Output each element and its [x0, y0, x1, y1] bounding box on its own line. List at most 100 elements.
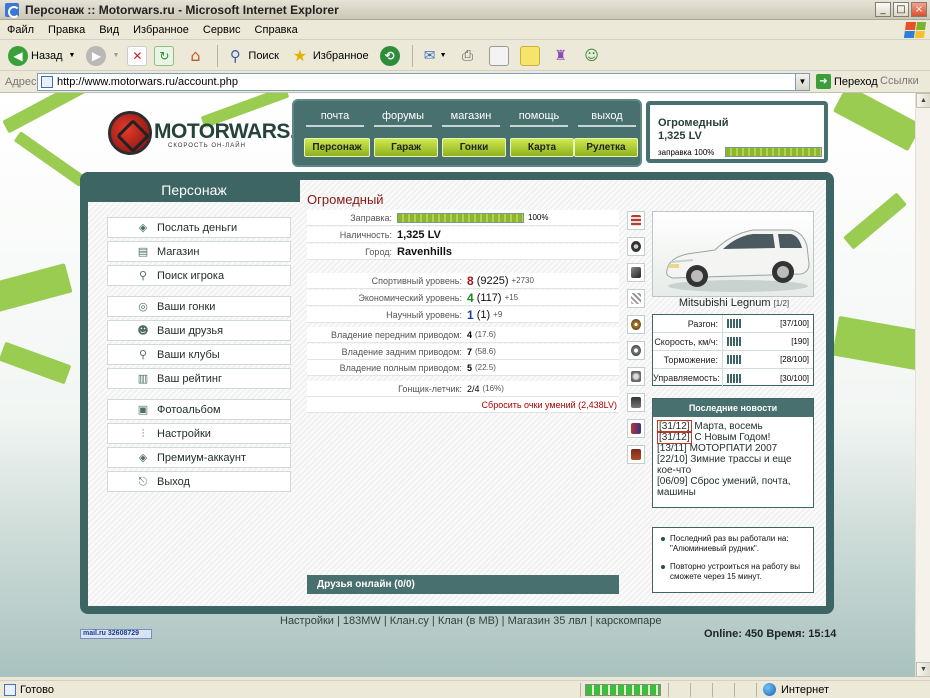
history-button[interactable]: ⟲: [377, 43, 403, 69]
sidebar-item-friends[interactable]: ☻ Ваши друзья: [107, 320, 291, 341]
statusbar-separator: [668, 683, 669, 697]
pilot-skill-points: (16%): [482, 384, 504, 393]
sidebar-item-rating[interactable]: ▥ Ваш рейтинг: [107, 368, 291, 389]
fuel-row-value: 100%: [528, 213, 549, 222]
nav-button-races[interactable]: Гонки: [442, 138, 506, 157]
sci-level-delta: +9: [493, 310, 503, 319]
sport-level-row: Спортивный уровень: 8 (9225) +2730: [307, 273, 619, 289]
print-button[interactable]: ⎙: [455, 43, 481, 69]
nav-help[interactable]: помощь: [510, 110, 568, 127]
pilot-skill-value: 2/4: [467, 383, 480, 394]
nav-forums[interactable]: форумы: [374, 110, 432, 127]
nav-button-roulette[interactable]: Рулетка: [574, 138, 638, 157]
part-turbo-icon[interactable]: [627, 367, 645, 386]
scroll-up-icon[interactable]: ▲: [916, 93, 930, 108]
news-item[interactable]: [13/11] МОТОРПАТИ 2007: [653, 443, 813, 454]
reset-skills-link[interactable]: Сбросить очки умений (2,438LV): [482, 400, 617, 410]
part-tire-icon[interactable]: [627, 237, 645, 256]
news-box: Последние новости [31/12] Марта, восемь …: [652, 398, 814, 508]
search-button[interactable]: ⚲ Поиск: [222, 43, 281, 69]
news-item[interactable]: [06/09] Сброс умений, почта, машины: [653, 476, 813, 498]
messenger-button[interactable]: ☺: [579, 43, 605, 69]
work-info-last: Последний раз вы работали на: "Алюминиев…: [661, 534, 805, 554]
go-button[interactable]: ➜ Переход: [816, 74, 878, 89]
nav-shop[interactable]: магазин: [442, 110, 500, 127]
statusbar-separator: [756, 683, 757, 697]
mail-button[interactable]: ✉ ▼: [417, 43, 450, 69]
part-wheel-icon[interactable]: [627, 341, 645, 360]
spec-value: [37/100]: [780, 319, 809, 328]
fuel-row-bar: [397, 212, 524, 223]
part-spring-icon[interactable]: [627, 289, 645, 308]
sidebar-item-send-money[interactable]: ◈ Послать деньги: [107, 217, 291, 238]
sidebar-item-clubs[interactable]: ⚲ Ваши клубы: [107, 344, 291, 365]
close-button[interactable]: ×: [911, 2, 927, 17]
fuel-row-label: Заправка:: [350, 212, 392, 223]
stop-icon[interactable]: ✕: [127, 45, 148, 66]
forward-button[interactable]: ▶ ▼: [83, 43, 122, 69]
sidebar-item-label: Ваши гонки: [157, 300, 216, 313]
part-ecu-icon[interactable]: [627, 445, 645, 464]
address-input[interactable]: http://www.motorwars.ru/account.php ▼: [37, 73, 810, 91]
part-exhaust-icon[interactable]: [627, 263, 645, 282]
address-dropdown-icon[interactable]: ▼: [795, 74, 809, 90]
sidebar-item-settings[interactable]: ⫶ Настройки: [107, 423, 291, 444]
nav-button-garage[interactable]: Гараж: [374, 138, 438, 157]
awd-skill-label: Владение полным приводом:: [339, 362, 462, 373]
menu-view[interactable]: Вид: [92, 24, 126, 36]
links-button[interactable]: Ссылки: [880, 75, 919, 87]
fwd-skill-row: Владение передним приводом: 4 (17.6): [307, 327, 619, 343]
sidebar-item-shop[interactable]: ▤ Магазин: [107, 241, 291, 262]
edit-button[interactable]: [486, 43, 512, 69]
sidebar-item-exit[interactable]: ⎋ Выход: [107, 471, 291, 492]
sidebar-item-premium[interactable]: ◈ Премиум-аккаунт: [107, 447, 291, 468]
news-item[interactable]: [31/12] С Новым Годом!: [653, 431, 813, 444]
sidebar-item-label: Фотоальбом: [157, 403, 221, 416]
home-button[interactable]: ⌂: [182, 43, 208, 69]
fwd-skill-value: 4: [467, 329, 473, 340]
menu-file[interactable]: Файл: [0, 24, 41, 36]
research-button[interactable]: ♜: [548, 43, 574, 69]
site-logo[interactable]: MOTORWARS.RU СКОРОСТЬ ОН-ЛАЙН: [108, 111, 325, 156]
vertical-scrollbar[interactable]: ▲ ▼: [915, 93, 930, 677]
browser-toolbar: ◀ Назад ▼ ▶ ▼ ✕ ↻ ⌂ ⚲ Поиск ★ Избранное …: [0, 41, 930, 71]
sidebar-item-photo-album[interactable]: ▣ Фотоальбом: [107, 399, 291, 420]
online-time-status: Online: 450 Время: 15:14: [704, 628, 837, 640]
footer-links[interactable]: Настройки | 183MW | Клан.су | Клан (в МВ…: [280, 615, 661, 627]
sidebar-item-player-search[interactable]: ⚲ Поиск игрока: [107, 265, 291, 286]
nav-button-character[interactable]: Персонаж: [304, 138, 370, 157]
menu-edit[interactable]: Правка: [41, 24, 92, 36]
news-item[interactable]: [22/10] Зимние трассы и еще кое-что: [653, 454, 813, 476]
mail-dropdown-icon[interactable]: ▼: [440, 52, 447, 59]
fuel-bar: [725, 147, 822, 157]
mail-counter-badge[interactable]: mail.ru 32608729: [80, 629, 152, 639]
statusbar-separator: [712, 683, 713, 697]
part-engine-icon[interactable]: [627, 419, 645, 438]
maximize-button[interactable]: □: [893, 2, 909, 17]
part-seat-icon[interactable]: [627, 393, 645, 412]
back-button[interactable]: ◀ Назад ▼: [5, 43, 78, 69]
car-image[interactable]: [652, 211, 814, 297]
car-page-indicator[interactable]: [1/2]: [774, 299, 790, 308]
news-date: [06/09]: [657, 476, 688, 487]
part-brake-icon[interactable]: [627, 315, 645, 334]
menu-favorites[interactable]: Избранное: [126, 24, 196, 36]
nav-mail[interactable]: почта: [306, 110, 364, 127]
back-dropdown-icon[interactable]: ▼: [69, 52, 76, 59]
menu-tools[interactable]: Сервис: [196, 24, 248, 36]
sidebar-item-races[interactable]: ◎ Ваши гонки: [107, 296, 291, 317]
scroll-down-icon[interactable]: ▼: [916, 662, 930, 677]
menu-help[interactable]: Справка: [248, 24, 305, 36]
refresh-button[interactable]: ↻: [151, 43, 177, 69]
nav-button-map[interactable]: Карта: [510, 138, 574, 157]
rwd-skill-label: Владение задним приводом:: [341, 346, 462, 357]
minimize-button[interactable]: _: [875, 2, 891, 17]
nav-logout[interactable]: выход: [578, 110, 636, 127]
part-shock-icon[interactable]: [627, 211, 645, 230]
favorites-button[interactable]: ★ Избранное: [287, 43, 372, 69]
friends-online-bar[interactable]: Друзья онлайн (0/0): [307, 575, 619, 594]
awd-skill-points: (22.5): [475, 363, 496, 372]
forward-dropdown-icon[interactable]: ▼: [112, 52, 119, 59]
discuss-button[interactable]: [517, 43, 543, 69]
pilot-skill-label: Гонщик-летчик:: [398, 383, 462, 394]
